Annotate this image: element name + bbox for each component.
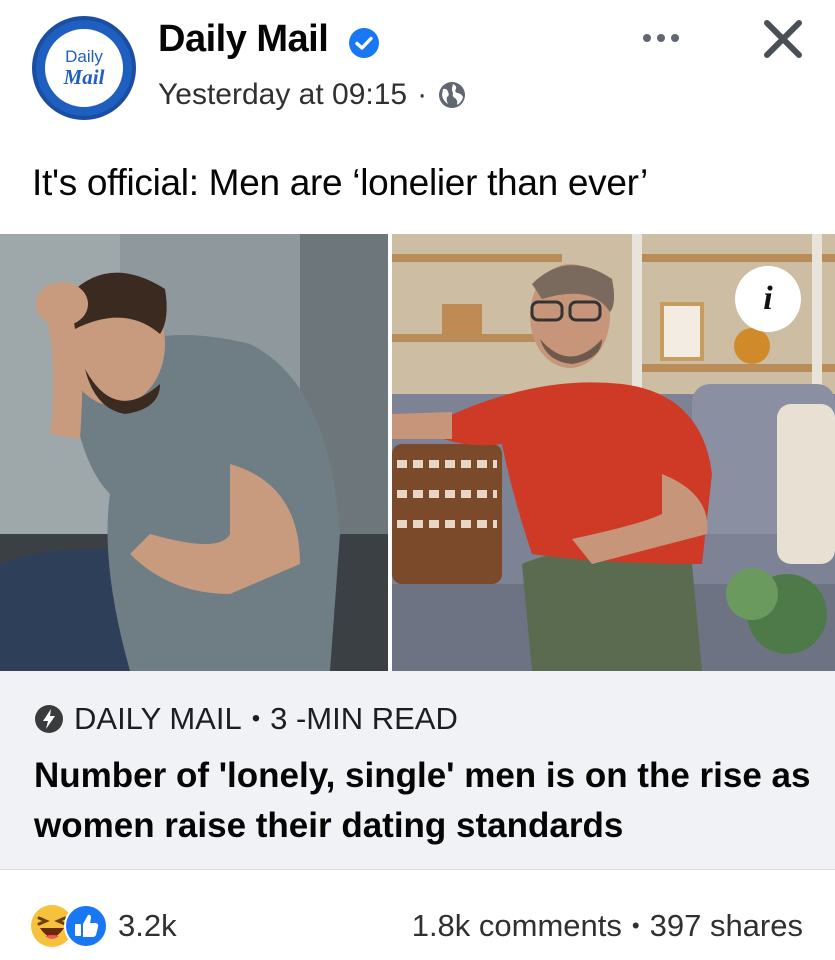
post-meta: Yesterday at 09:15 · [158,78,467,112]
verified-icon [349,28,379,58]
bolt-icon [35,705,63,733]
logo-line-2: Mail [63,65,105,89]
link-source: DAILY MAIL • 3 -MIN READ [34,701,458,737]
page-avatar[interactable]: Daily Mail [32,16,136,120]
comments-count[interactable]: 1.8k comments [412,908,622,944]
more-icon [643,34,651,42]
source-separator: • [251,705,261,732]
photo-sad-man[interactable] [0,234,388,671]
photo-relaxed-man[interactable]: i [392,234,835,671]
post-text: It's official: Men are ‘lonelier than ev… [32,162,648,203]
like-reaction-icon [64,904,108,948]
link-title[interactable]: Number of 'lonely, single' men is on the… [34,751,814,851]
engagement-stats: 1.8k comments • 397 shares [412,908,803,944]
photo-sad-man-illustration [0,234,388,671]
info-icon[interactable]: i [735,266,801,332]
post-images[interactable]: i [0,234,835,671]
source-name: DAILY MAIL [74,701,242,736]
reactions-summary[interactable]: 3.2k [30,904,177,948]
more-icon-dot [657,34,665,42]
post-header: Daily Mail Daily Mail Yesterday at 09:15… [0,0,835,203]
post-timestamp[interactable]: Yesterday at 09:15 [158,78,407,112]
meta-separator: · [417,78,428,111]
more-icon-dot [671,34,679,42]
reaction-count: 3.2k [118,908,177,943]
close-icon[interactable] [758,14,808,64]
link-preview[interactable]: DAILY MAIL • 3 -MIN READ Number of 'lone… [0,671,835,869]
logo-line-1: Daily [65,47,103,66]
stats-separator: • [631,913,640,938]
post-footer: 3.2k 1.8k comments • 397 shares [0,869,835,960]
shares-count[interactable]: 397 shares [650,908,803,944]
page-name[interactable]: Daily Mail [158,18,329,61]
more-options-button[interactable] [636,20,686,56]
daily-mail-logo: Daily Mail [42,26,126,110]
read-time: 3 -MIN READ [270,701,458,736]
globe-icon [439,82,466,108]
